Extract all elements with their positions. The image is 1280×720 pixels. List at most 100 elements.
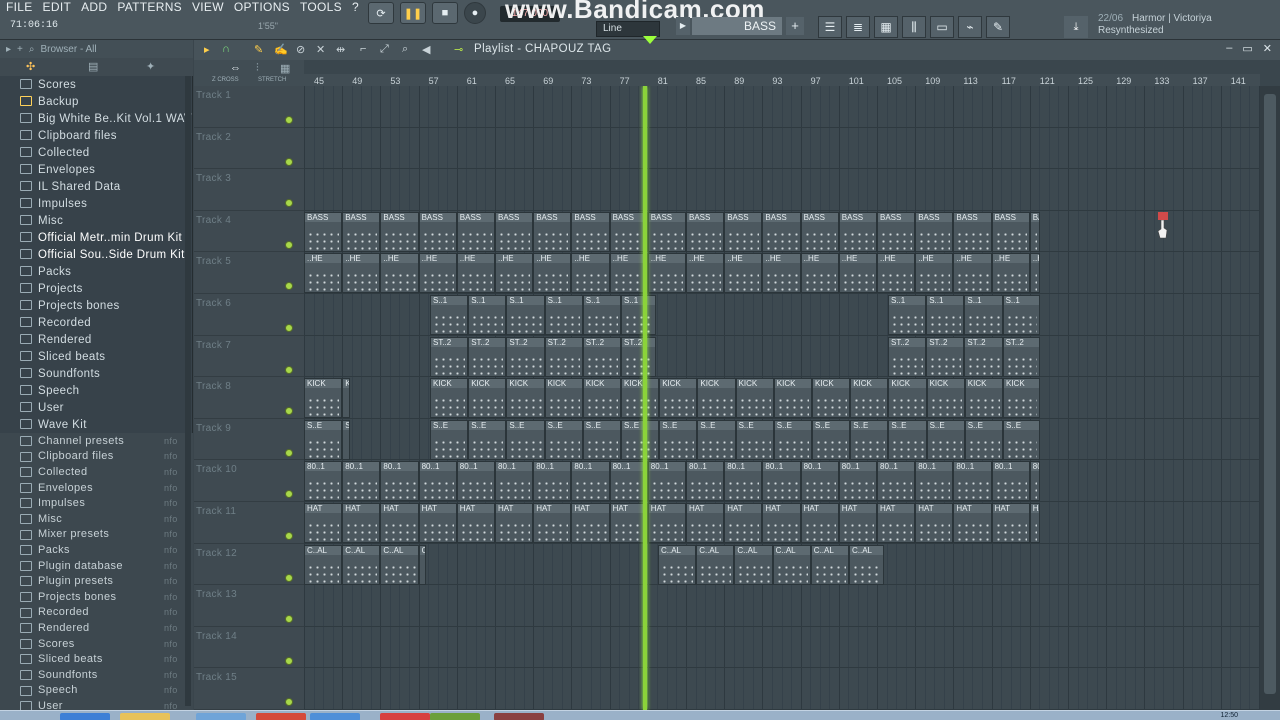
browser-item-secondary[interactable]: Recorded nfo <box>0 604 193 621</box>
pattern-clip[interactable]: S..1 <box>964 295 1003 335</box>
track-header[interactable]: Track 10 <box>194 460 304 502</box>
pattern-clip[interactable]: HAT <box>418 503 457 543</box>
pattern-clip[interactable]: ST..2 <box>926 336 965 377</box>
pattern-clip[interactable]: 80..1 <box>800 461 839 502</box>
browser-item[interactable]: Sliced beats <box>0 348 193 365</box>
browser-item[interactable]: User <box>0 399 193 416</box>
menu-patterns[interactable]: PATTERNS <box>117 0 182 14</box>
browser-item[interactable]: Projects <box>0 280 193 297</box>
pattern-clip[interactable]: S..E <box>735 419 774 460</box>
pattern-clip[interactable]: KICK <box>659 378 698 419</box>
browser-item-secondary[interactable]: Packs nfo <box>0 542 193 558</box>
pattern-clip[interactable]: ..HE <box>571 253 610 294</box>
browser-item[interactable]: Official Metr..min Drum Kit <box>0 229 193 246</box>
pattern-clip[interactable]: C..AL <box>810 544 849 585</box>
pattern-clip[interactable]: 80..1 <box>304 461 343 502</box>
pattern-clip[interactable]: KICK <box>812 378 851 419</box>
browser-item[interactable]: Big White Be..Kit Vol.1 WAV <box>0 110 193 127</box>
playlist-grid[interactable]: BASS BASS BASS BASS BASS BASS BASS BASS BASS BASS… <box>304 86 1260 710</box>
pattern-clip[interactable]: ST..2 <box>621 336 656 377</box>
browser-item[interactable]: Rendered <box>0 331 193 348</box>
scrollbar-thumb[interactable] <box>1264 94 1276 694</box>
pattern-clip[interactable]: ..HE <box>762 253 801 294</box>
browser-item-secondary[interactable]: Rendered nfo <box>0 620 193 636</box>
pattern-clip[interactable]: ST..2 <box>582 336 621 377</box>
snap-arrows-icon[interactable]: ⇔ <box>230 62 241 74</box>
stop-button[interactable]: ■ <box>432 2 458 24</box>
track-enable-led[interactable] <box>285 615 293 624</box>
sort-icon[interactable]: ✣ <box>26 60 40 73</box>
pattern-clip[interactable]: HAT <box>304 503 343 543</box>
browser-item[interactable]: Scores <box>0 76 193 93</box>
track-header[interactable]: Track 14 <box>194 627 304 669</box>
arrow-right-icon[interactable]: ▸ <box>6 44 11 55</box>
pattern-clip[interactable]: S..E <box>304 419 343 460</box>
pattern-clip[interactable]: BASS <box>456 211 495 252</box>
pattern-clip[interactable]: ..HE <box>800 253 839 294</box>
browser-item[interactable]: IL Shared Data <box>0 178 193 195</box>
wrench-button[interactable]: ✎ <box>986 16 1010 38</box>
pattern-clip[interactable]: 80..1 <box>533 461 572 502</box>
pattern-clip[interactable]: BASS <box>342 211 381 252</box>
piano-roll-button[interactable]: ≣ <box>846 16 870 38</box>
track-header[interactable]: Track 6 <box>194 294 304 336</box>
track-header[interactable]: Track 2 <box>194 128 304 170</box>
menu-options[interactable]: OPTIONS <box>234 0 290 14</box>
track-header[interactable]: Track 15 <box>194 668 304 710</box>
explorer-icon[interactable] <box>120 713 170 720</box>
plugin-button[interactable]: ⌁ <box>958 16 982 38</box>
pattern-clip[interactable]: S..E <box>342 419 350 460</box>
pattern-clip[interactable]: HAT <box>838 503 877 543</box>
browser-item[interactable]: Soundfonts <box>0 365 193 382</box>
pattern-clip[interactable]: ..HE <box>304 253 343 294</box>
pattern-clip[interactable]: BASS <box>418 211 457 252</box>
pattern-clip[interactable]: ..HE <box>380 253 419 294</box>
search-icon[interactable]: ⌕ <box>29 44 35 55</box>
track-header[interactable]: Track 8 <box>194 377 304 419</box>
pattern-clip[interactable]: 80..1 <box>991 461 1030 502</box>
browser-item[interactable]: Impulses <box>0 195 193 212</box>
pattern-clip[interactable]: BASS <box>686 211 725 252</box>
playhead[interactable] <box>643 86 647 710</box>
plus-icon[interactable]: + <box>17 44 23 55</box>
pattern-clip[interactable]: S..E <box>888 419 927 460</box>
track-header[interactable]: Track 3 <box>194 169 304 211</box>
browser-item-secondary[interactable]: Speech nfo <box>0 682 193 699</box>
track-header[interactable]: Track 11 <box>194 502 304 544</box>
pattern-clip[interactable]: BASS <box>304 211 343 252</box>
download-button[interactable]: ⤓ <box>1064 16 1088 38</box>
pattern-clip[interactable]: 80..1 <box>953 461 992 502</box>
pattern-clip[interactable]: KICK <box>735 378 774 419</box>
zoom-icon[interactable]: ⤢ <box>380 43 389 56</box>
pattern-clip[interactable]: S..E <box>582 419 621 460</box>
pattern-clip[interactable]: ..HE <box>991 253 1030 294</box>
pattern-clip[interactable]: BASS <box>724 211 763 252</box>
browser-item-secondary[interactable]: Sliced beats nfo <box>0 651 193 667</box>
pattern-clip[interactable]: ..HE <box>495 253 534 294</box>
pattern-clip[interactable]: HAT <box>915 503 954 543</box>
pattern-clip[interactable]: S..1 <box>888 295 927 335</box>
app-icon[interactable] <box>196 713 246 720</box>
pattern-clip[interactable]: S..1 <box>468 295 507 335</box>
track-header[interactable]: Track 13 <box>194 585 304 627</box>
browser-item[interactable]: Backup <box>0 93 193 110</box>
browser-item-secondary[interactable]: Scores nfo <box>0 635 193 652</box>
pattern-clip[interactable]: C..AL <box>849 544 884 585</box>
pattern-clip[interactable]: C..AL <box>418 544 426 585</box>
pattern-clip[interactable]: BASS <box>533 211 572 252</box>
pattern-clip[interactable]: S..E <box>926 419 965 460</box>
bandicam-icon[interactable] <box>494 713 544 720</box>
browser-item-secondary[interactable]: Plugin database nfo <box>0 557 193 574</box>
track-enable-led[interactable] <box>285 365 293 374</box>
track-enable-led[interactable] <box>285 573 293 582</box>
pattern-clip[interactable]: ST..2 <box>544 336 583 377</box>
mute-icon[interactable]: ✕ <box>316 43 325 56</box>
pattern-clip[interactable]: S..E <box>506 419 545 460</box>
pattern-clip[interactable]: S..E <box>430 419 469 460</box>
pattern-clip[interactable]: KICK <box>888 378 927 419</box>
brush-icon[interactable]: ✍ <box>274 43 288 56</box>
pattern-clip[interactable]: 80..1 <box>342 461 381 502</box>
track-header[interactable]: Track 4 <box>194 211 304 253</box>
pattern-clip[interactable]: 80..1 <box>724 461 763 502</box>
pattern-clip[interactable]: S..1 <box>621 295 656 335</box>
